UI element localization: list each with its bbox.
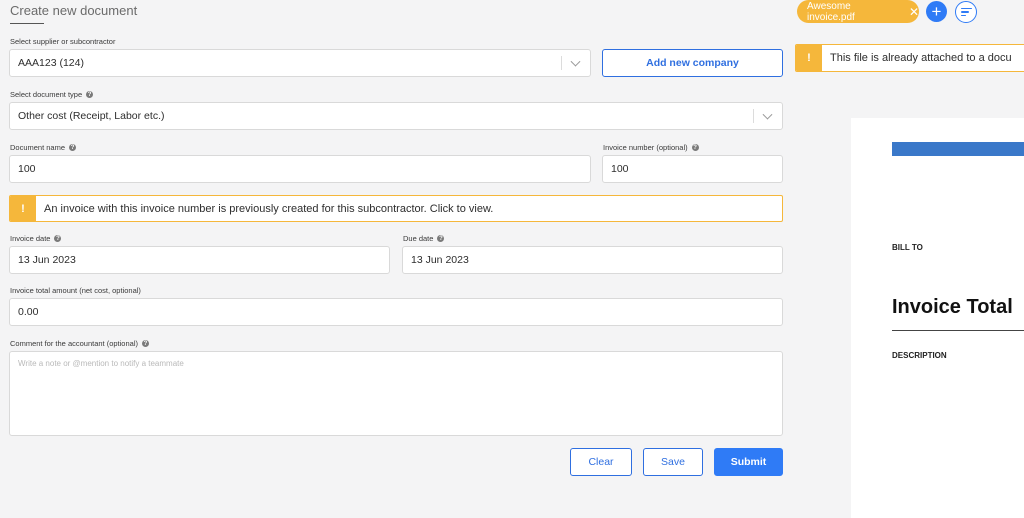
sort-lines-icon (961, 14, 966, 17)
invoice-date-label: Invoice date ? (10, 234, 62, 243)
comment-label: Comment for the accountant (optional) ? (10, 339, 149, 348)
invoice-date-value: 13 Jun 2023 (18, 254, 76, 266)
exclamation-icon: ! (10, 196, 36, 221)
total-amount-value: 0.00 (18, 306, 39, 318)
question-circle-icon: ? (437, 235, 445, 242)
title-underline (10, 23, 44, 24)
supplier-label-text: Select supplier or subcontractor (10, 37, 116, 46)
comment-placeholder: Write a note or @mention to notify a tea… (18, 359, 184, 368)
doc-description: DESCRIPTION (892, 351, 947, 360)
invoice-date-input[interactable]: 13 Jun 2023 (9, 246, 390, 274)
invoice-number-input[interactable]: 100 (602, 155, 783, 183)
doc-type-select-value: Other cost (Receipt, Labor etc.) (18, 110, 165, 122)
doc-name-label: Document name ? (10, 143, 77, 152)
document-preview: BILL TO Invoice Total DESCRIPTION (851, 118, 1024, 518)
save-button[interactable]: Save (643, 448, 703, 476)
doc-name-value: 100 (18, 163, 36, 175)
page-title: Create new document (10, 3, 138, 18)
plus-icon: + (931, 2, 942, 21)
due-date-input[interactable]: 13 Jun 2023 (402, 246, 783, 274)
doc-name-input[interactable]: 100 (9, 155, 591, 183)
sort-lines-icon (961, 7, 972, 10)
sort-button[interactable] (955, 1, 977, 23)
clear-button[interactable]: Clear (570, 448, 632, 476)
duplicate-invoice-warning[interactable]: ! An invoice with this invoice number is… (9, 195, 783, 222)
doc-header-bar (892, 142, 1024, 156)
doc-name-label-text: Document name (10, 143, 66, 152)
sort-lines-icon (961, 11, 969, 13)
due-date-label: Due date ? (403, 234, 445, 243)
doc-divider (892, 330, 1024, 331)
question-circle-icon: ? (69, 144, 77, 151)
duplicate-warning-text: An invoice with this invoice number is p… (44, 202, 494, 215)
invoice-number-value: 100 (611, 163, 629, 175)
add-file-button[interactable]: + (926, 1, 947, 22)
question-circle-icon: ? (54, 235, 62, 242)
question-circle-icon: ? (86, 91, 94, 98)
close-icon[interactable]: ✕ (909, 5, 919, 19)
file-chip[interactable]: Awesome invoice.pdf ✕ (797, 0, 919, 23)
question-circle-icon: ? (691, 144, 699, 151)
total-amount-label: Invoice total amount (net cost, optional… (10, 286, 141, 295)
doc-bill-to: BILL TO (892, 243, 923, 252)
doc-invoice-total: Invoice Total (892, 296, 1013, 318)
supplier-label: Select supplier or subcontractor (10, 37, 115, 46)
submit-button[interactable]: Submit (714, 448, 783, 476)
select-divider (753, 109, 754, 123)
select-divider (561, 56, 562, 70)
doc-type-select[interactable]: Other cost (Receipt, Labor etc.) (9, 102, 783, 130)
supplier-select[interactable]: AAA123 (124) (9, 49, 591, 77)
due-date-value: 13 Jun 2023 (411, 254, 469, 266)
chevron-down-icon[interactable] (570, 56, 581, 67)
exclamation-icon: ! (796, 45, 822, 71)
invoice-number-label-text: Invoice number (optional) (603, 143, 688, 152)
supplier-select-value: AAA123 (124) (18, 57, 84, 69)
total-amount-input[interactable]: 0.00 (9, 298, 783, 326)
invoice-number-label: Invoice number (optional) ? (603, 143, 699, 152)
file-chip-label: Awesome invoice.pdf (807, 0, 855, 23)
question-circle-icon: ? (141, 340, 149, 347)
invoice-date-label-text: Invoice date (10, 234, 51, 243)
comment-label-text: Comment for the accountant (optional) (10, 339, 138, 348)
file-attached-warning: ! This file is already attached to a doc… (795, 44, 1024, 72)
doc-type-label-text: Select document type (10, 90, 83, 99)
doc-type-label: Select document type ? (10, 90, 94, 99)
chevron-down-icon[interactable] (762, 109, 773, 120)
comment-textarea[interactable]: Write a note or @mention to notify a tea… (9, 351, 783, 436)
total-amount-label-text: Invoice total amount (net cost, optional… (10, 286, 141, 295)
attached-warning-text: This file is already attached to a docu (830, 52, 1012, 64)
add-new-company-button[interactable]: Add new company (602, 49, 783, 77)
due-date-label-text: Due date (403, 234, 434, 243)
